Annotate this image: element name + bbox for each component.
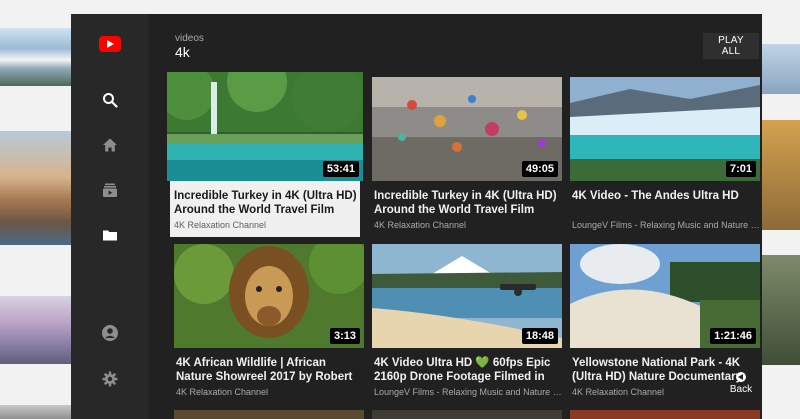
video-thumbnail: 7:01 <box>570 77 760 181</box>
back-hint[interactable]: Back <box>722 372 760 395</box>
video-channel: LoungeV Films - Relaxing Music and Natur… <box>374 387 562 397</box>
video-title: 4K Video - The Andes Ultra HD <box>572 190 739 202</box>
back-icon <box>736 372 746 382</box>
background-thumbnail <box>0 28 72 86</box>
background-thumbnail <box>0 296 72 364</box>
background-thumbnail <box>762 120 800 230</box>
video-title: 4K Video Ultra HD 💚 60fps Epic 2160p Dro… <box>374 357 551 383</box>
video-thumbnail: 18:48 <box>372 244 562 348</box>
youtube-logo-icon[interactable] <box>99 36 121 52</box>
video-title: Incredible Turkey in 4K (Ultra HD) Aroun… <box>174 190 357 216</box>
sidebar <box>71 14 149 419</box>
video-thumbnail-partial <box>570 410 760 419</box>
video-channel: LoungeV Films - Relaxing Music and Natur… <box>572 220 760 230</box>
video-duration: 49:05 <box>521 161 558 177</box>
account-icon[interactable] <box>97 320 123 346</box>
video-duration: 3:13 <box>329 328 360 344</box>
video-channel: 4K Relaxation Channel <box>374 220 467 230</box>
video-card[interactable]: 7:01 4K Video - The Andes Ultra HD Loung… <box>570 77 760 237</box>
video-card[interactable]: 3:13 4K African Wildlife | African Natur… <box>174 244 364 404</box>
video-thumbnail-partial <box>372 410 562 419</box>
back-label: Back <box>729 384 753 395</box>
search-query-title: 4k <box>175 44 190 60</box>
video-channel: 4K Relaxation Channel <box>174 220 267 230</box>
video-thumbnail: 1:21:46 <box>570 244 760 348</box>
play-all-button[interactable]: PLAY ALL <box>703 33 759 59</box>
background-thumbnail <box>0 405 72 419</box>
video-thumbnail: 53:41 <box>167 72 363 181</box>
video-duration: 7:01 <box>725 161 756 177</box>
video-title: Incredible Turkey in 4K (Ultra HD) Aroun… <box>374 190 557 216</box>
video-title: 4K African Wildlife | African Nature Sho… <box>176 357 353 383</box>
video-card[interactable]: 49:05 Incredible Turkey in 4K (Ultra HD)… <box>372 77 562 237</box>
video-duration: 1:21:46 <box>710 328 756 344</box>
home-icon[interactable] <box>97 132 123 158</box>
video-card[interactable]: 53:41 Incredible Turkey in 4K (Ultra HD)… <box>167 72 363 237</box>
section-label: videos <box>175 33 204 44</box>
settings-gear-icon[interactable] <box>97 366 123 392</box>
youtube-tv-app: videos 4k PLAY ALL 53:41 Incredible Turk… <box>71 14 762 419</box>
video-thumbnail: 3:13 <box>174 244 364 348</box>
video-thumbnail-partial <box>174 410 364 419</box>
background-thumbnail <box>0 131 72 245</box>
video-duration: 53:41 <box>322 161 359 177</box>
video-card[interactable]: 18:48 4K Video Ultra HD 💚 60fps Epic 216… <box>372 244 562 404</box>
search-icon[interactable] <box>97 87 123 113</box>
video-channel: 4K Relaxation Channel <box>176 387 269 397</box>
video-thumbnail: 49:05 <box>372 77 562 181</box>
background-thumbnail <box>762 255 800 365</box>
background-thumbnail <box>762 44 800 94</box>
subscriptions-icon[interactable] <box>97 177 123 203</box>
video-duration: 18:48 <box>521 328 558 344</box>
library-folder-icon[interactable] <box>97 222 123 248</box>
